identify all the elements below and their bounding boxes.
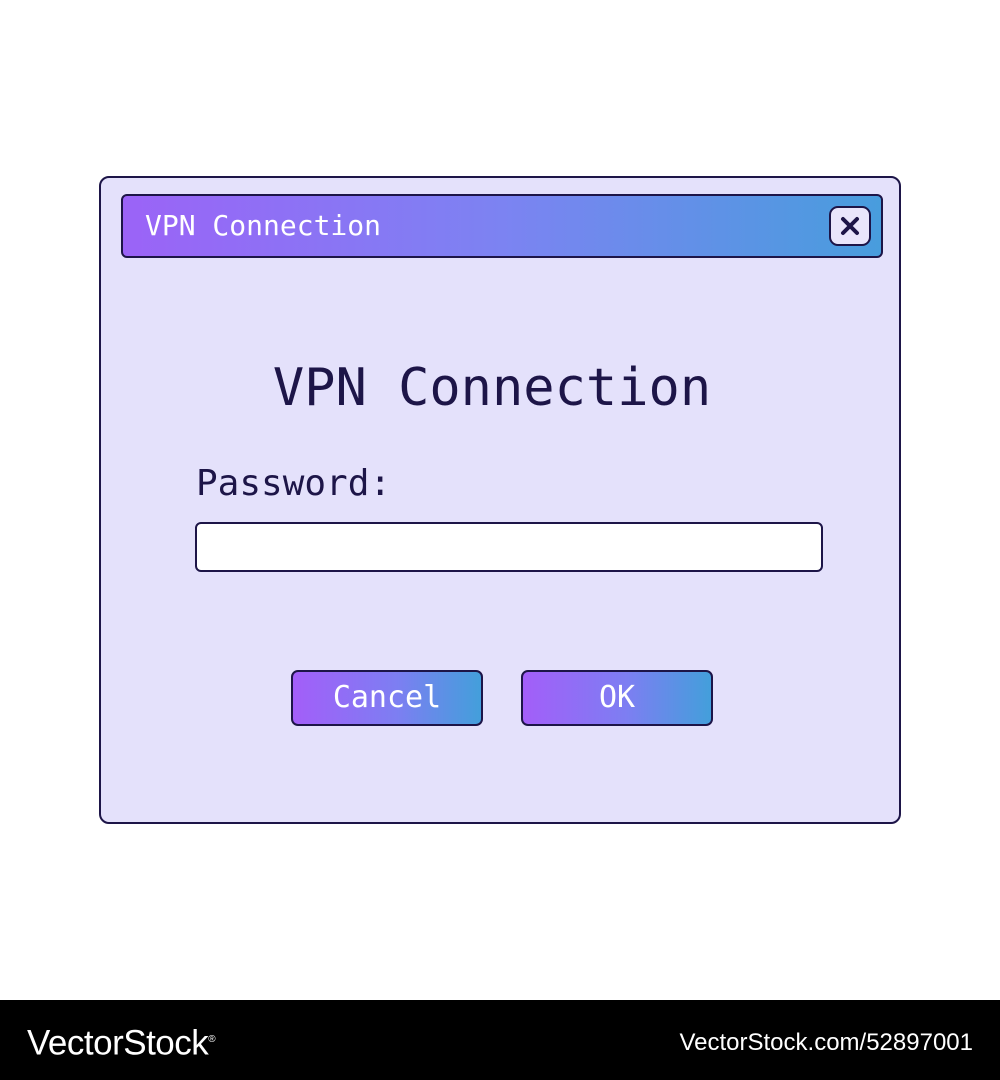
image-id: VectorStock.com/52897001 [679,1029,973,1056]
title-bar[interactable]: VPN Connection [121,194,883,258]
ok-button[interactable]: OK [521,670,713,726]
window-title: VPN Connection [145,209,382,242]
close-x-icon [841,217,859,235]
vpn-dialog: VPN Connection VPN Connection Password: … [99,176,901,824]
close-button[interactable] [829,206,871,246]
password-label: Password: [196,463,392,504]
password-field[interactable] [195,522,823,572]
vectorstock-logo: VectorStock® [27,1023,216,1063]
watermark-footer: VectorStock® VectorStock.com/52897001 [0,1000,1000,1080]
cancel-button[interactable]: Cancel [291,670,483,726]
dialog-heading: VPN Connection [272,358,712,418]
